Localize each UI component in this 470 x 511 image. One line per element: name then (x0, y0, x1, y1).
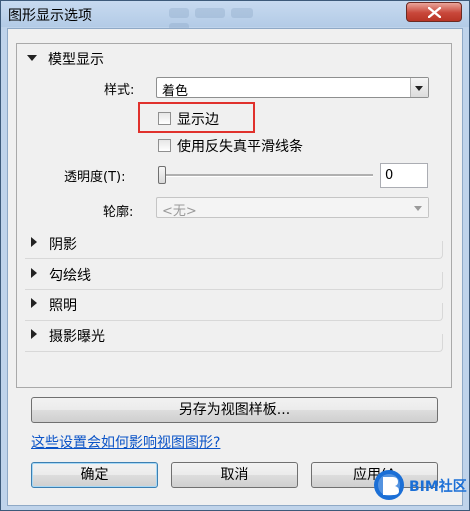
section-header-lighting[interactable]: 照明 (49, 295, 77, 315)
silhouette-label: 轮廓: (103, 205, 134, 220)
save-as-view-template-button[interactable]: 另存为视图样板... (31, 397, 438, 423)
watermark-logo: BIM社区 (373, 467, 469, 503)
expand-arrow-icon[interactable] (31, 268, 37, 278)
transparency-input[interactable]: 0 (380, 163, 428, 188)
transparency-value: 0 (385, 168, 394, 183)
show-edges-label: 显示边 (177, 112, 219, 128)
expand-arrow-icon[interactable] (31, 237, 37, 247)
ok-button[interactable]: 确定 (31, 462, 158, 488)
transparency-slider-thumb[interactable] (158, 166, 166, 184)
silhouette-value: <无> (162, 204, 197, 219)
show-edges-checkbox[interactable] (158, 112, 171, 125)
watermark-text: BIM社区 (409, 478, 467, 495)
title-bar[interactable]: 图形显示选项 (1, 1, 469, 33)
window-title: 图形显示选项 (8, 8, 92, 24)
close-button[interactable] (406, 2, 462, 22)
section-header-shadows[interactable]: 阴影 (49, 234, 77, 254)
silhouette-dropdown[interactable]: <无> (156, 197, 429, 219)
dropdown-arrow-icon (410, 198, 428, 217)
section-header-model-display[interactable]: 模型显示 (48, 49, 104, 69)
close-icon (428, 7, 441, 18)
dialog-window: 图形显示选项 模型显示 样式: 着色 显示边 使用反失真平滑线条 透明度(T):… (0, 0, 470, 511)
antialias-checkbox[interactable] (158, 139, 171, 152)
section-row-lighting[interactable] (25, 303, 443, 321)
transparency-slider-track[interactable] (159, 174, 373, 177)
style-label: 样式: (104, 83, 135, 98)
section-header-sketchy-lines[interactable]: 勾绘线 (49, 265, 91, 285)
expand-arrow-icon[interactable] (31, 329, 37, 339)
style-value: 着色 (162, 84, 189, 99)
section-header-photographic-exposure[interactable]: 摄影曝光 (49, 326, 105, 346)
antialias-label: 使用反失真平滑线条 (177, 139, 303, 155)
help-link[interactable]: 这些设置会如何影响视图图形? (31, 432, 220, 452)
transparency-label: 透明度(T): (64, 170, 126, 185)
cancel-button[interactable]: 取消 (171, 462, 298, 488)
style-dropdown[interactable]: 着色 (156, 77, 429, 99)
expand-arrow-icon[interactable] (27, 55, 37, 61)
blurred-taskbar-items (169, 7, 279, 33)
dropdown-arrow-icon (410, 78, 428, 97)
expand-arrow-icon[interactable] (31, 298, 37, 308)
section-row-shadows[interactable] (25, 241, 443, 259)
